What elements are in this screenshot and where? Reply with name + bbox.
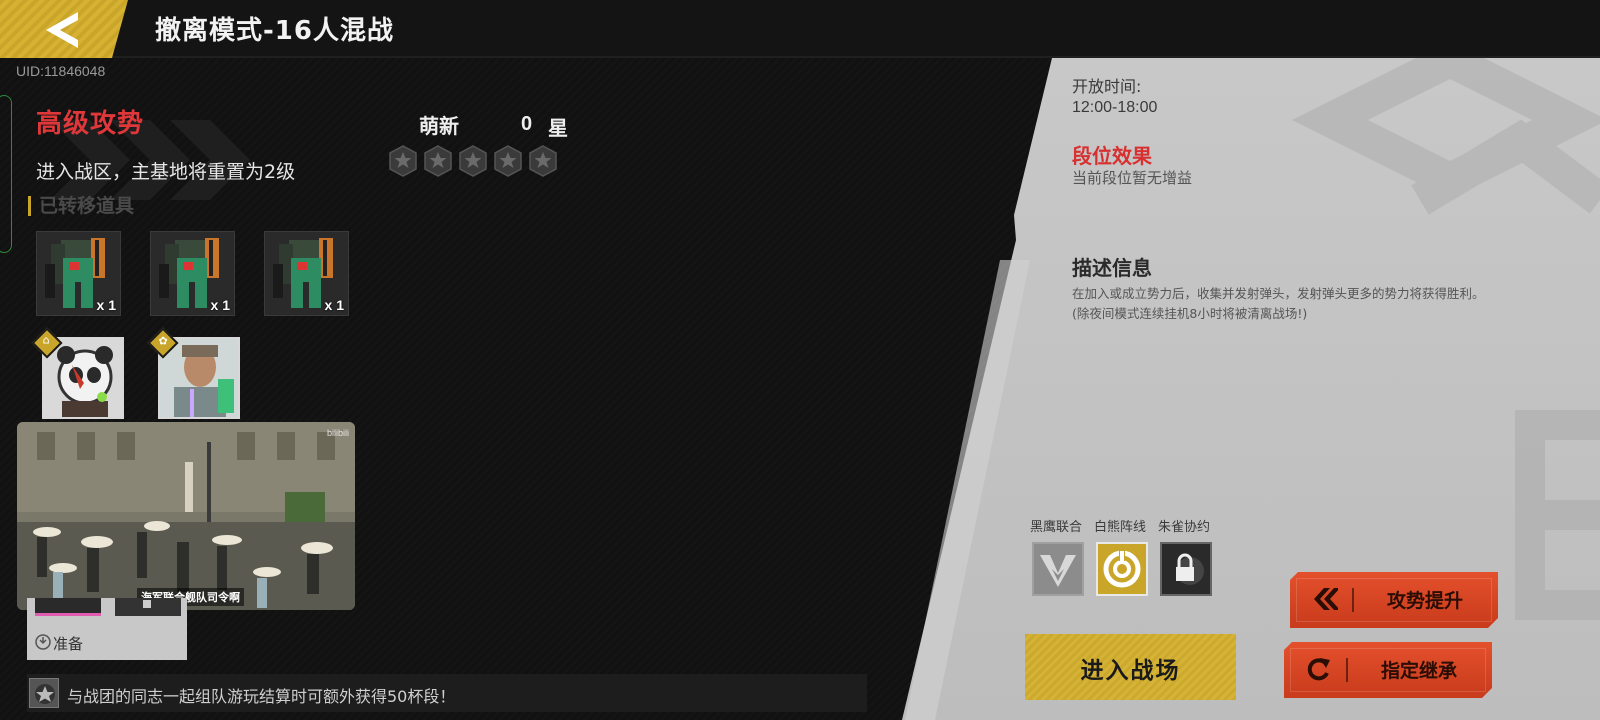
white-bear-icon bbox=[1103, 549, 1141, 588]
black-eagle-icon bbox=[1040, 555, 1076, 587]
empty-star-icon bbox=[459, 145, 487, 177]
video-watermark: bilibili bbox=[326, 428, 349, 438]
back-arrow-icon bbox=[46, 12, 78, 48]
back-button[interactable] bbox=[0, 0, 128, 58]
rank-star-unit: 星 bbox=[548, 116, 568, 140]
page-title: 撤离模式-16人混战 bbox=[155, 16, 394, 46]
empty-star-icon bbox=[389, 145, 417, 177]
enter-battlefield-button[interactable]: 进入战场 bbox=[1025, 634, 1236, 700]
description-note: (除夜间模式连续挂机8小时将被清离战场!) bbox=[1072, 306, 1308, 321]
user-id: UID:11846048 bbox=[16, 63, 106, 79]
faction-label: 朱雀协约 bbox=[1157, 520, 1210, 535]
refresh-icon bbox=[1306, 656, 1332, 682]
empty-star-icon bbox=[424, 145, 452, 177]
ready-thumb bbox=[35, 598, 101, 616]
faction-vermilion-bird: 朱雀协约 bbox=[1158, 516, 1214, 596]
transferred-items-list: x 1 x 1 x 1 bbox=[36, 231, 349, 316]
video-frame-street-scene bbox=[17, 422, 355, 610]
item-card[interactable]: x 1 bbox=[150, 231, 235, 316]
offense-upgrade-label: 攻势提升 bbox=[1386, 590, 1463, 612]
empty-star-icon bbox=[529, 145, 557, 177]
faction-select-button[interactable] bbox=[1032, 542, 1084, 596]
character-portrait-soldier bbox=[160, 339, 238, 417]
item-card[interactable]: x 1 bbox=[36, 231, 121, 316]
description-text: 在加入或成立势力后，收集并发射弹头，发射弹头更多的势力将获得胜利。 bbox=[1072, 286, 1485, 301]
rank-name: 萌新 bbox=[419, 114, 459, 138]
item-quantity: x 1 bbox=[96, 297, 116, 313]
rank-effect-description: 当前段位暂无增益 bbox=[1072, 169, 1193, 187]
star-badge-icon bbox=[35, 684, 55, 704]
rank-star-count: 0 bbox=[521, 113, 533, 135]
empty-star-icon bbox=[494, 145, 522, 177]
character-portrait-panda bbox=[44, 339, 122, 417]
ready-label: 准备 bbox=[53, 635, 84, 653]
attack-level-description: 进入战区，主基地将重置为2级 bbox=[36, 161, 296, 183]
item-quantity: x 1 bbox=[324, 297, 344, 313]
double-chevron-left-icon bbox=[1312, 586, 1338, 612]
ready-thumb bbox=[115, 598, 181, 616]
item-quantity: x 1 bbox=[210, 297, 230, 313]
faction-select-button[interactable] bbox=[1160, 542, 1212, 596]
enter-battlefield-label: 进入战场 bbox=[1080, 658, 1181, 684]
item-card[interactable]: x 1 bbox=[264, 231, 349, 316]
faction-label: 白熊阵线 bbox=[1093, 520, 1146, 535]
ready-status-icon bbox=[35, 634, 51, 650]
transferred-items-label: 已转移道具 bbox=[28, 196, 134, 216]
character-list: ⌂ ✿ bbox=[31, 327, 240, 420]
side-tab-outline[interactable] bbox=[0, 95, 12, 253]
tip-text: 与战团的同志一起组队游玩结算时可额外获得50杯段！ bbox=[67, 687, 456, 706]
rank-effect-title: 段位效果 bbox=[1072, 144, 1152, 168]
rank-stars bbox=[388, 145, 558, 177]
faction-label: 黑鹰联合 bbox=[1029, 520, 1082, 535]
open-time-value: 12:00-18:00 bbox=[1072, 99, 1158, 116]
designate-inherit-label: 指定继承 bbox=[1380, 660, 1457, 682]
faction-select-button[interactable] bbox=[1096, 542, 1148, 596]
top-bar: 撤离模式-16人混战 bbox=[0, 0, 1600, 58]
character-card[interactable]: ✿ bbox=[147, 327, 240, 420]
tip-icon-frame bbox=[29, 678, 59, 708]
offense-upgrade-button[interactable]: 攻势提升 bbox=[1290, 572, 1498, 628]
faction-white-bear: 白熊阵线 bbox=[1094, 516, 1150, 596]
team-bonus-tip: 与战团的同志一起组队游玩结算时可额外获得50杯段！ bbox=[27, 674, 867, 712]
lock-icon bbox=[1176, 553, 1204, 585]
character-card[interactable]: ⌂ bbox=[31, 327, 124, 420]
video-popup[interactable]: bilibili 海军联合舰队司令啊 bbox=[17, 422, 355, 610]
attack-level-title: 高级攻势 bbox=[36, 109, 145, 139]
designate-inherit-button[interactable]: 指定继承 bbox=[1284, 642, 1492, 698]
ready-panel[interactable]: 准备 bbox=[27, 598, 187, 660]
description-title: 描述信息 bbox=[1072, 256, 1152, 280]
faction-black-eagle: 黑鹰联合 bbox=[1030, 516, 1086, 596]
open-time-label: 开放时间: bbox=[1072, 77, 1142, 96]
